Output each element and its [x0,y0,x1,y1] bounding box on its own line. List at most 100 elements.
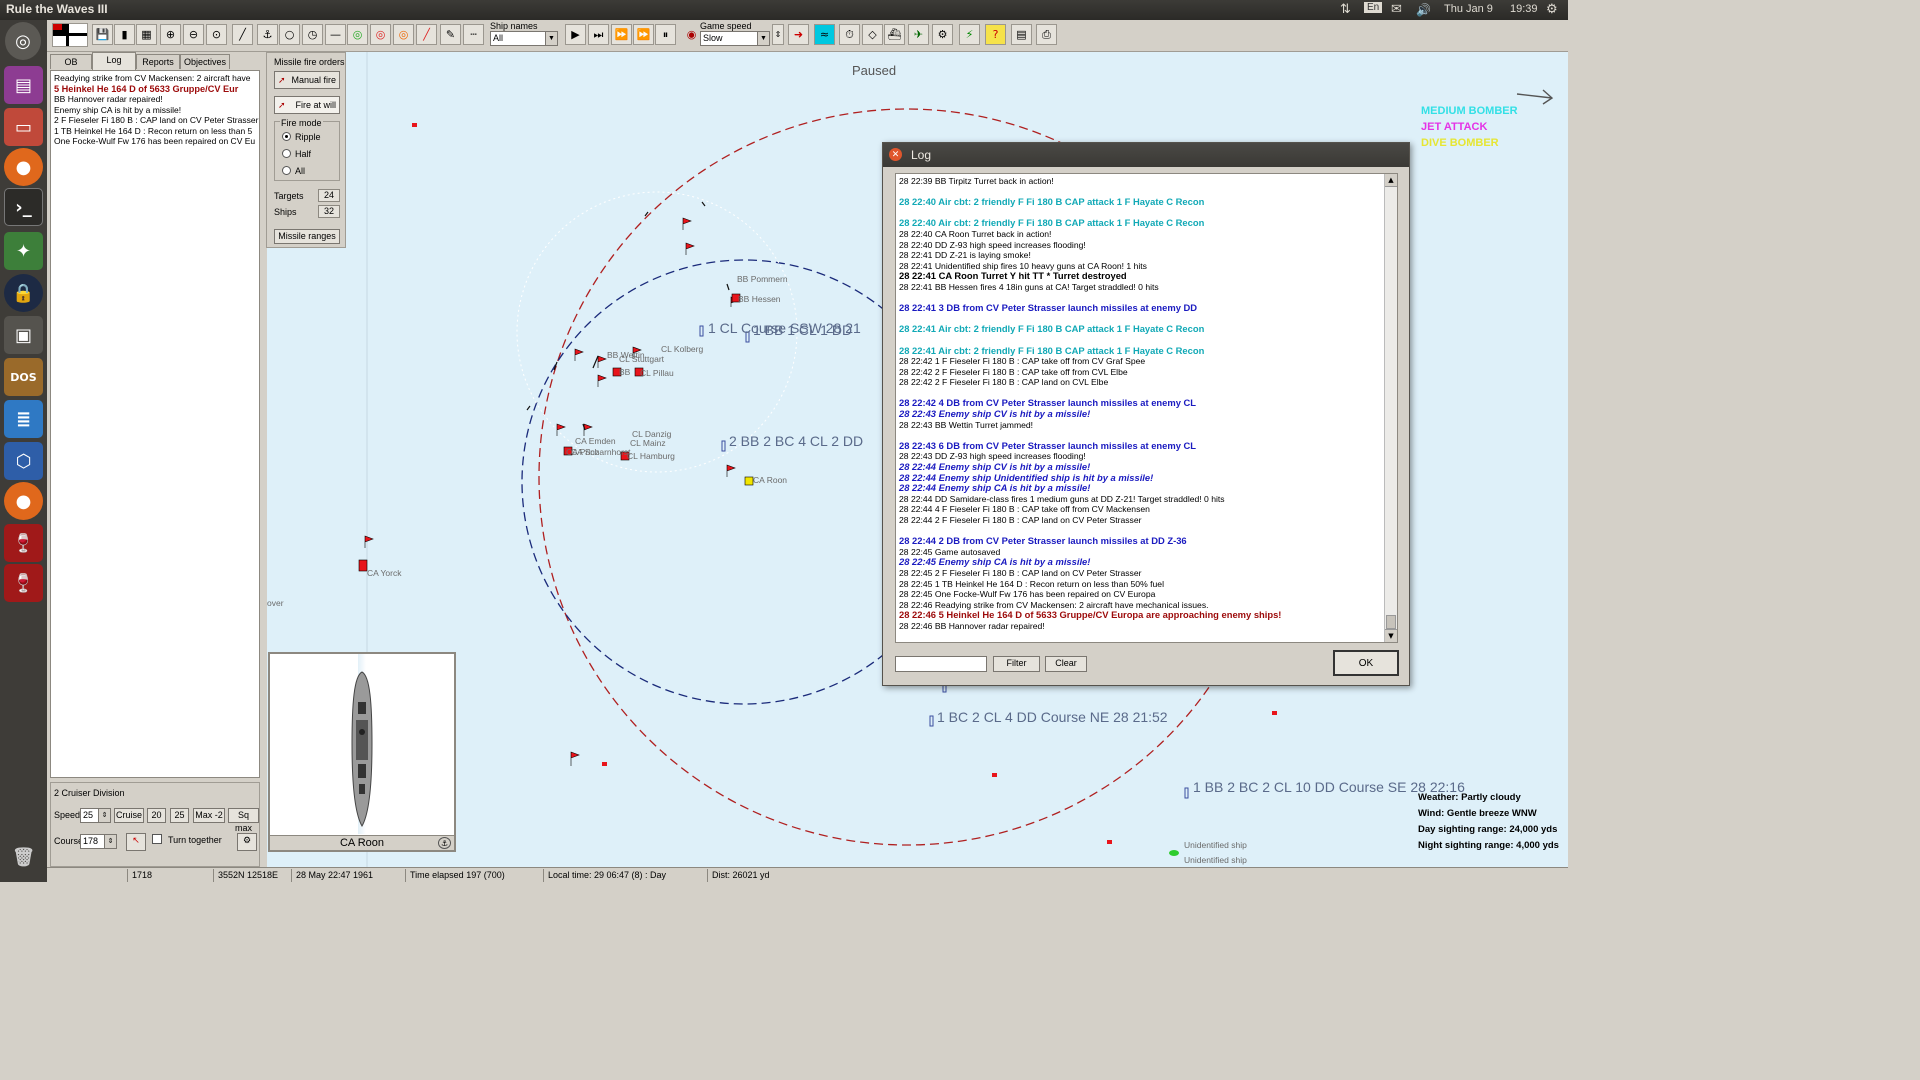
print-icon[interactable]: ⎙ [1036,24,1057,45]
notebook-icon[interactable]: ▮ [114,24,135,45]
course-input[interactable]: 178 ⇕ [80,834,117,849]
settings-icon[interactable]: ⚙ [932,24,953,45]
target-icon[interactable]: ◉ [681,24,702,45]
ship-label[interactable]: CA Roon [753,475,787,485]
missile-ranges-button[interactable]: Missile ranges [274,229,340,244]
filter-input[interactable] [895,656,987,672]
fire-at-will-button[interactable]: ➚ Fire at will [274,96,340,114]
speed-20-button[interactable]: 20 [147,808,166,823]
play-icon[interactable]: ▶ [565,24,586,45]
red-arrow-icon[interactable]: ➜ [788,24,809,45]
enemy-group-label[interactable]: 1 BC 2 CL 4 DD Course NE 28 21:52 [937,709,1168,725]
speed-spinner-icon[interactable]: ⇕ [772,24,784,45]
pen-icon[interactable]: ✎ [440,24,461,45]
range-red-icon[interactable]: ◎ [370,24,391,45]
grid-icon[interactable]: ▦ [136,24,157,45]
all-radio[interactable] [282,166,291,175]
circle-icon[interactable]: ○ [279,24,300,45]
firefox-alt-icon[interactable]: ● [4,482,43,520]
dosbox-icon[interactable]: DOS [4,358,43,396]
anchor-icon[interactable]: ⚓ [438,837,451,849]
ship-label[interactable]: CL Mainz [630,438,666,448]
clear-button[interactable]: Clear [1045,656,1087,672]
game-speed-select[interactable]: Slow ▼ [700,31,770,46]
ship-label[interactable]: CA Emden [575,436,616,446]
lock-app-icon[interactable]: 🔒 [4,274,43,312]
ship-label[interactable]: Unidentified ship [1184,840,1247,850]
log-entries-list[interactable]: 28 22:39 BB Tirpitz Turret back in actio… [895,173,1398,643]
ruler-icon[interactable]: ╱ [232,24,253,45]
clock-icon[interactable]: ◷ [302,24,323,45]
ship-icon[interactable]: ⛴ [884,24,905,45]
ship-label[interactable]: CL Hamburg [627,451,675,461]
scroll-up-icon[interactable]: ▲ [1385,174,1397,187]
ok-button[interactable]: OK [1333,650,1399,676]
ship-label[interactable]: CA Yorck [367,568,402,578]
zoom-in-icon[interactable]: ⊕ [160,24,181,45]
turn-together-checkbox[interactable] [152,834,162,844]
file-manager-icon[interactable]: ▭ [4,108,43,146]
scroll-thumb[interactable] [1386,615,1396,629]
ship-label[interactable]: CL Kolberg [661,344,703,354]
sea-view-icon[interactable]: ≈ [814,24,835,45]
ripple-radio[interactable] [282,132,291,141]
ship-label[interactable]: BB Pommern [737,274,788,284]
ship-names-select[interactable]: All ▼ [490,31,558,46]
lightning-icon[interactable]: ⚡ [959,24,980,45]
terminal-icon[interactable]: ›_ [4,188,43,226]
half-radio[interactable] [282,149,291,158]
scroll-down-icon[interactable]: ▼ [1385,629,1397,642]
power-icon[interactable]: ⚙ [1546,1,1558,17]
side-log-list[interactable]: Readying strike from CV Mackensen: 2 air… [50,70,260,778]
close-icon[interactable]: ✕ [889,148,902,161]
ship-label[interactable]: CL Pillau [640,368,674,378]
speed-25-button[interactable]: 25 [170,808,189,823]
help-icon[interactable]: ? [985,24,1006,45]
tab-ob[interactable]: OB [50,54,92,69]
volume-icon[interactable]: 🔊 [1416,3,1431,17]
ship-label[interactable]: Unidentified ship [1184,855,1247,865]
manual-fire-button[interactable]: ➚ Manual fire [274,71,340,89]
ship-label[interactable]: CA Scharnhorst [571,447,631,457]
ship-label[interactable]: CL Stuttgart [619,354,664,364]
wine-app-2-icon[interactable]: 🍷 [4,564,43,602]
wine-app-1-icon[interactable]: 🍷 [4,524,43,562]
firefox-icon[interactable]: ● [4,148,43,186]
max-minus-2-button[interactable]: Max -2 [193,808,225,823]
text-editor-icon[interactable]: ≣ [4,400,43,438]
formation-icon[interactable]: ✈ [908,24,929,45]
network-icon[interactable]: ⇅ [1340,1,1351,17]
keyboard-layout-indicator[interactable]: En [1364,2,1383,13]
mail-icon[interactable]: ✉ [1391,1,1402,17]
step-icon[interactable]: ⏭ [588,24,609,45]
enemy-group-label[interactable]: 1 BB 1 CL 1 DD [753,322,852,338]
virtualbox-icon[interactable]: ⬡ [4,442,43,480]
anchor-icon[interactable]: ⚓ [257,24,278,45]
ubuntu-dash-icon[interactable]: ◎ [5,22,41,60]
ship-label[interactable]: BB Hessen [738,294,781,304]
line-icon[interactable]: — [325,24,346,45]
pause-icon[interactable]: ⏸ [655,24,676,45]
eraser-icon[interactable]: ◇ [862,24,883,45]
tab-reports[interactable]: Reports [136,54,180,69]
squadron-max-button[interactable]: Sq max [228,808,259,833]
enemy-group-label[interactable]: 2 BB 2 BC 4 CL 2 DD [729,433,863,449]
dashes-icon[interactable]: ┄ [463,24,484,45]
window-app-icon[interactable]: ▣ [4,316,43,354]
log-scrollbar[interactable]: ▲ ▼ [1384,174,1397,642]
zoom-fit-icon[interactable]: ⊙ [206,24,227,45]
ship-label[interactable]: BB [619,367,630,377]
fast-icon[interactable]: ⏩ [611,24,632,45]
color-app-icon[interactable]: ✦ [4,232,43,270]
cruise-speed-button[interactable]: Cruise [114,808,144,823]
tab-log[interactable]: Log [92,52,136,70]
faster-icon[interactable]: ⏩ [633,24,654,45]
tab-objectives[interactable]: Objectives [180,54,230,69]
course-arrow-button[interactable]: ↖ [126,833,146,851]
system-monitor-icon[interactable]: ▤ [4,66,43,104]
log-dialog-titlebar[interactable]: ✕ Log [883,143,1409,167]
clock-time[interactable]: 19:39 [1510,3,1538,15]
range-green-icon[interactable]: ◎ [347,24,368,45]
red-line-icon[interactable]: ╱ [416,24,437,45]
clock-date[interactable]: Thu Jan 9 [1444,3,1493,15]
